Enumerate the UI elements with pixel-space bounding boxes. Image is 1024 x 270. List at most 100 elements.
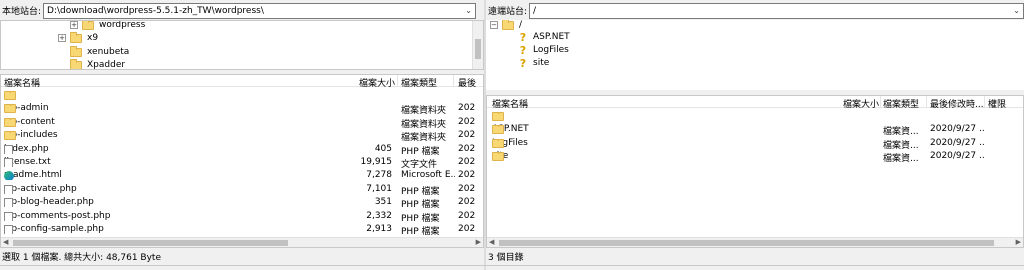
file-name: wp-comments-post.php	[4, 211, 334, 221]
file-name: readme.html	[4, 170, 334, 181]
column-header-name[interactable]: 檔案名稱	[492, 97, 528, 110]
scroll-left-icon[interactable]: ◀	[489, 238, 494, 246]
question-mark-icon: ?	[519, 30, 527, 44]
folder-icon	[4, 91, 16, 100]
remote-pane: 遠端站台: / ⌄ − / ? ASP.NET ? LogFiles ? sit…	[486, 0, 1024, 270]
local-tree-scrollbar[interactable]	[472, 21, 483, 69]
scroll-left-icon[interactable]: ◀	[3, 238, 8, 246]
file-name: wp-includes	[4, 130, 334, 141]
column-header-size[interactable]: 檔案大小	[843, 97, 879, 110]
remote-file-row[interactable]: ..	[487, 110, 1023, 123]
file-type: PHP 檔案	[401, 186, 440, 197]
file-size: 7,278	[366, 170, 392, 181]
file-name: wp-activate.php	[4, 184, 334, 194]
file-name: site	[492, 151, 822, 162]
local-path-input[interactable]: D:\download\wordpress-5.5.1-zh_TW\wordpr…	[43, 2, 476, 19]
column-header-modified[interactable]: 最後	[458, 76, 476, 89]
local-tree-item[interactable]: xenubeta	[70, 45, 130, 58]
scroll-right-icon[interactable]: ▶	[476, 238, 481, 246]
column-header-permissions[interactable]: 權限	[988, 97, 1006, 110]
scroll-thumb[interactable]	[499, 240, 994, 246]
remote-path-input[interactable]: / ⌄	[529, 2, 1024, 19]
file-size: 7,101	[366, 183, 392, 194]
expand-icon[interactable]: +	[58, 34, 66, 42]
column-header-type[interactable]: 檔案類型	[883, 97, 919, 110]
remote-file-list: 檔案名稱 檔案大小 檔案類型 最後修改時... 權限 .. ASP.NET 檔案資.…	[486, 95, 1024, 248]
file-modified: 2020/9/27 ...	[930, 151, 984, 162]
local-file-row[interactable]: readme.html 7,278 Microsoft E... 202	[1, 169, 483, 182]
local-status: 選取 1 個檔案. 總共大小: 48,761 Byte	[2, 253, 161, 263]
folder-icon	[492, 152, 504, 162]
file-type: 文字文件	[401, 160, 438, 170]
local-list-header: 檔案名稱 檔案大小 檔案類型 最後	[1, 75, 483, 89]
file-type: 檔案資料夾	[401, 119, 447, 130]
local-tree: + wordpress + x9 xenubeta Xpadder	[0, 20, 484, 70]
file-name: index.php	[4, 144, 334, 154]
local-file-row[interactable]: wp-comments-post.php 2,332 PHP 檔案 202	[1, 210, 483, 224]
scroll-thumb[interactable]	[475, 39, 481, 59]
file-modified: 202	[458, 197, 476, 208]
local-file-row[interactable]: wp-blog-header.php 351 PHP 檔案 202	[1, 196, 483, 210]
folder-icon	[492, 112, 504, 121]
file-name: wp-blog-header.php	[4, 197, 334, 208]
local-file-row[interactable]: wp-admin 檔案資料夾 202	[1, 102, 483, 116]
file-modified: 202	[458, 116, 476, 127]
local-file-row[interactable]: index.php 405 PHP 檔案 202	[1, 143, 483, 157]
file-size: 2,913	[366, 224, 392, 234]
remote-tree-label: site	[533, 58, 550, 68]
local-file-row[interactable]: wp-activate.php 7,101 PHP 檔案 202	[1, 183, 483, 197]
remote-tree-item[interactable]: ? ASP.NET	[518, 31, 570, 43]
file-name-text: wp-config-sample.php	[4, 224, 104, 234]
expand-icon[interactable]: +	[70, 21, 78, 29]
file-modified: 202	[458, 183, 476, 194]
local-tree-item[interactable]: + wordpress	[70, 20, 146, 31]
scroll-thumb[interactable]	[13, 240, 288, 246]
file-size: 351	[374, 197, 392, 208]
file-modified: 202	[458, 143, 476, 154]
column-header-name[interactable]: 檔案名稱	[4, 76, 40, 89]
local-file-row[interactable]: ..	[1, 89, 483, 102]
file-modified: 2020/9/27 ...	[930, 137, 984, 148]
local-tree-label: wordpress	[99, 20, 146, 30]
local-list-hscrollbar[interactable]: ◀ ▶	[1, 237, 483, 247]
remote-path-label: 遠端站台:	[488, 7, 528, 17]
remote-file-row[interactable]: ASP.NET 檔案資... 2020/9/27 ...	[487, 123, 1023, 137]
file-size: 19,915	[360, 157, 393, 167]
file-icon	[4, 211, 13, 221]
local-tree-label: x9	[87, 33, 99, 43]
chevron-down-icon[interactable]: ⌄	[465, 6, 472, 15]
local-path-bar: 本地站台: D:\download\wordpress-5.5.1-zh_TW\…	[0, 2, 484, 19]
file-type: PHP 檔案	[401, 213, 440, 224]
remote-file-row[interactable]: site 檔案資... 2020/9/27 ...	[487, 150, 1023, 164]
local-file-row[interactable]: wp-content 檔案資料夾 202	[1, 116, 483, 130]
local-path-value: D:\download\wordpress-5.5.1-zh_TW\wordpr…	[47, 5, 264, 16]
local-tree-item[interactable]: Xpadder	[70, 58, 125, 69]
remote-list-hscrollbar[interactable]: ◀ ▶	[487, 237, 1023, 247]
remote-path-value: /	[533, 5, 537, 16]
local-file-row[interactable]: license.txt 19,915 文字文件 202	[1, 156, 483, 170]
scroll-right-icon[interactable]: ▶	[1016, 238, 1021, 246]
file-name: wp-config-sample.php	[4, 224, 334, 234]
remote-tree-label: LogFiles	[533, 45, 569, 55]
file-name: ASP.NET	[492, 124, 822, 135]
remote-list-header: 檔案名稱 檔案大小 檔案類型 最後修改時... 權限	[487, 96, 1023, 110]
chevron-down-icon[interactable]: ⌄	[1013, 6, 1020, 15]
remote-tree-item[interactable]: ? LogFiles	[518, 44, 569, 56]
file-modified: 202	[458, 103, 476, 114]
remote-tree-item[interactable]: ? site	[518, 57, 549, 69]
collapse-icon[interactable]: −	[490, 21, 498, 29]
remote-file-row[interactable]: LogFiles 檔案資... 2020/9/27 ...	[487, 137, 1023, 151]
column-header-size[interactable]: 檔案大小	[359, 76, 395, 89]
local-file-row[interactable]: wp-includes 檔案資料夾 202	[1, 129, 483, 143]
local-tree-item[interactable]: + x9	[58, 31, 99, 44]
remote-tree-root[interactable]: − /	[490, 20, 522, 31]
folder-icon	[70, 58, 82, 69]
folder-icon	[70, 31, 82, 43]
file-modified: 202	[458, 157, 476, 167]
column-header-type[interactable]: 檔案類型	[401, 76, 437, 89]
column-header-modified[interactable]: 最後修改時...	[930, 97, 984, 110]
question-mark-icon: ?	[519, 56, 527, 70]
local-file-row[interactable]: wp-config-sample.php 2,913 PHP 檔案 202	[1, 223, 483, 237]
local-tree-label: xenubeta	[87, 47, 130, 57]
folder-icon	[502, 20, 514, 30]
